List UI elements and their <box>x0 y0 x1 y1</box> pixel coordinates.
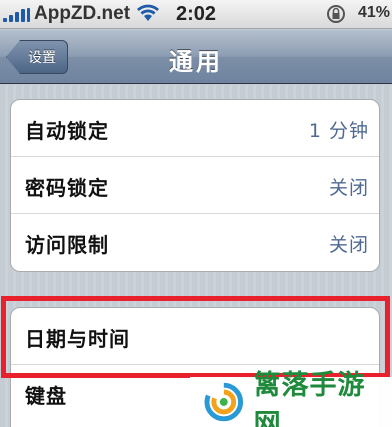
settings-group-general: 自动锁定 1 分钟 密码锁定 关闭 访问限制 关闭 <box>10 99 380 272</box>
row-label: 日期与时间 <box>25 327 130 351</box>
row-label: 键盘 <box>25 384 67 408</box>
row-label: 访问限制 <box>25 233 109 257</box>
row-value: 关闭 <box>328 234 369 256</box>
row-label: 自动锁定 <box>25 119 109 143</box>
row-label: 密码锁定 <box>25 176 109 200</box>
row-passcode-lock[interactable]: 密码锁定 关闭 <box>11 157 379 214</box>
battery-percent: 41% <box>358 4 391 21</box>
watermark-text: 篱落手游网 <box>253 370 366 427</box>
watermark-logo-icon <box>204 382 244 422</box>
row-value: 关闭 <box>328 177 369 199</box>
status-bar: AppZD.net 2:02 41% <box>0 0 392 29</box>
row-value: 1 分钟 <box>308 120 369 142</box>
navigation-bar: 设置 通用 <box>0 30 392 84</box>
rotation-lock-icon <box>327 5 345 23</box>
row-restrictions[interactable]: 访问限制 关闭 <box>11 214 379 271</box>
row-date-time[interactable]: 日期与时间 <box>11 308 379 365</box>
row-auto-lock[interactable]: 自动锁定 1 分钟 <box>11 100 379 157</box>
page-title: 通用 <box>169 48 223 76</box>
watermark: 篱落手游网 <box>190 370 392 427</box>
